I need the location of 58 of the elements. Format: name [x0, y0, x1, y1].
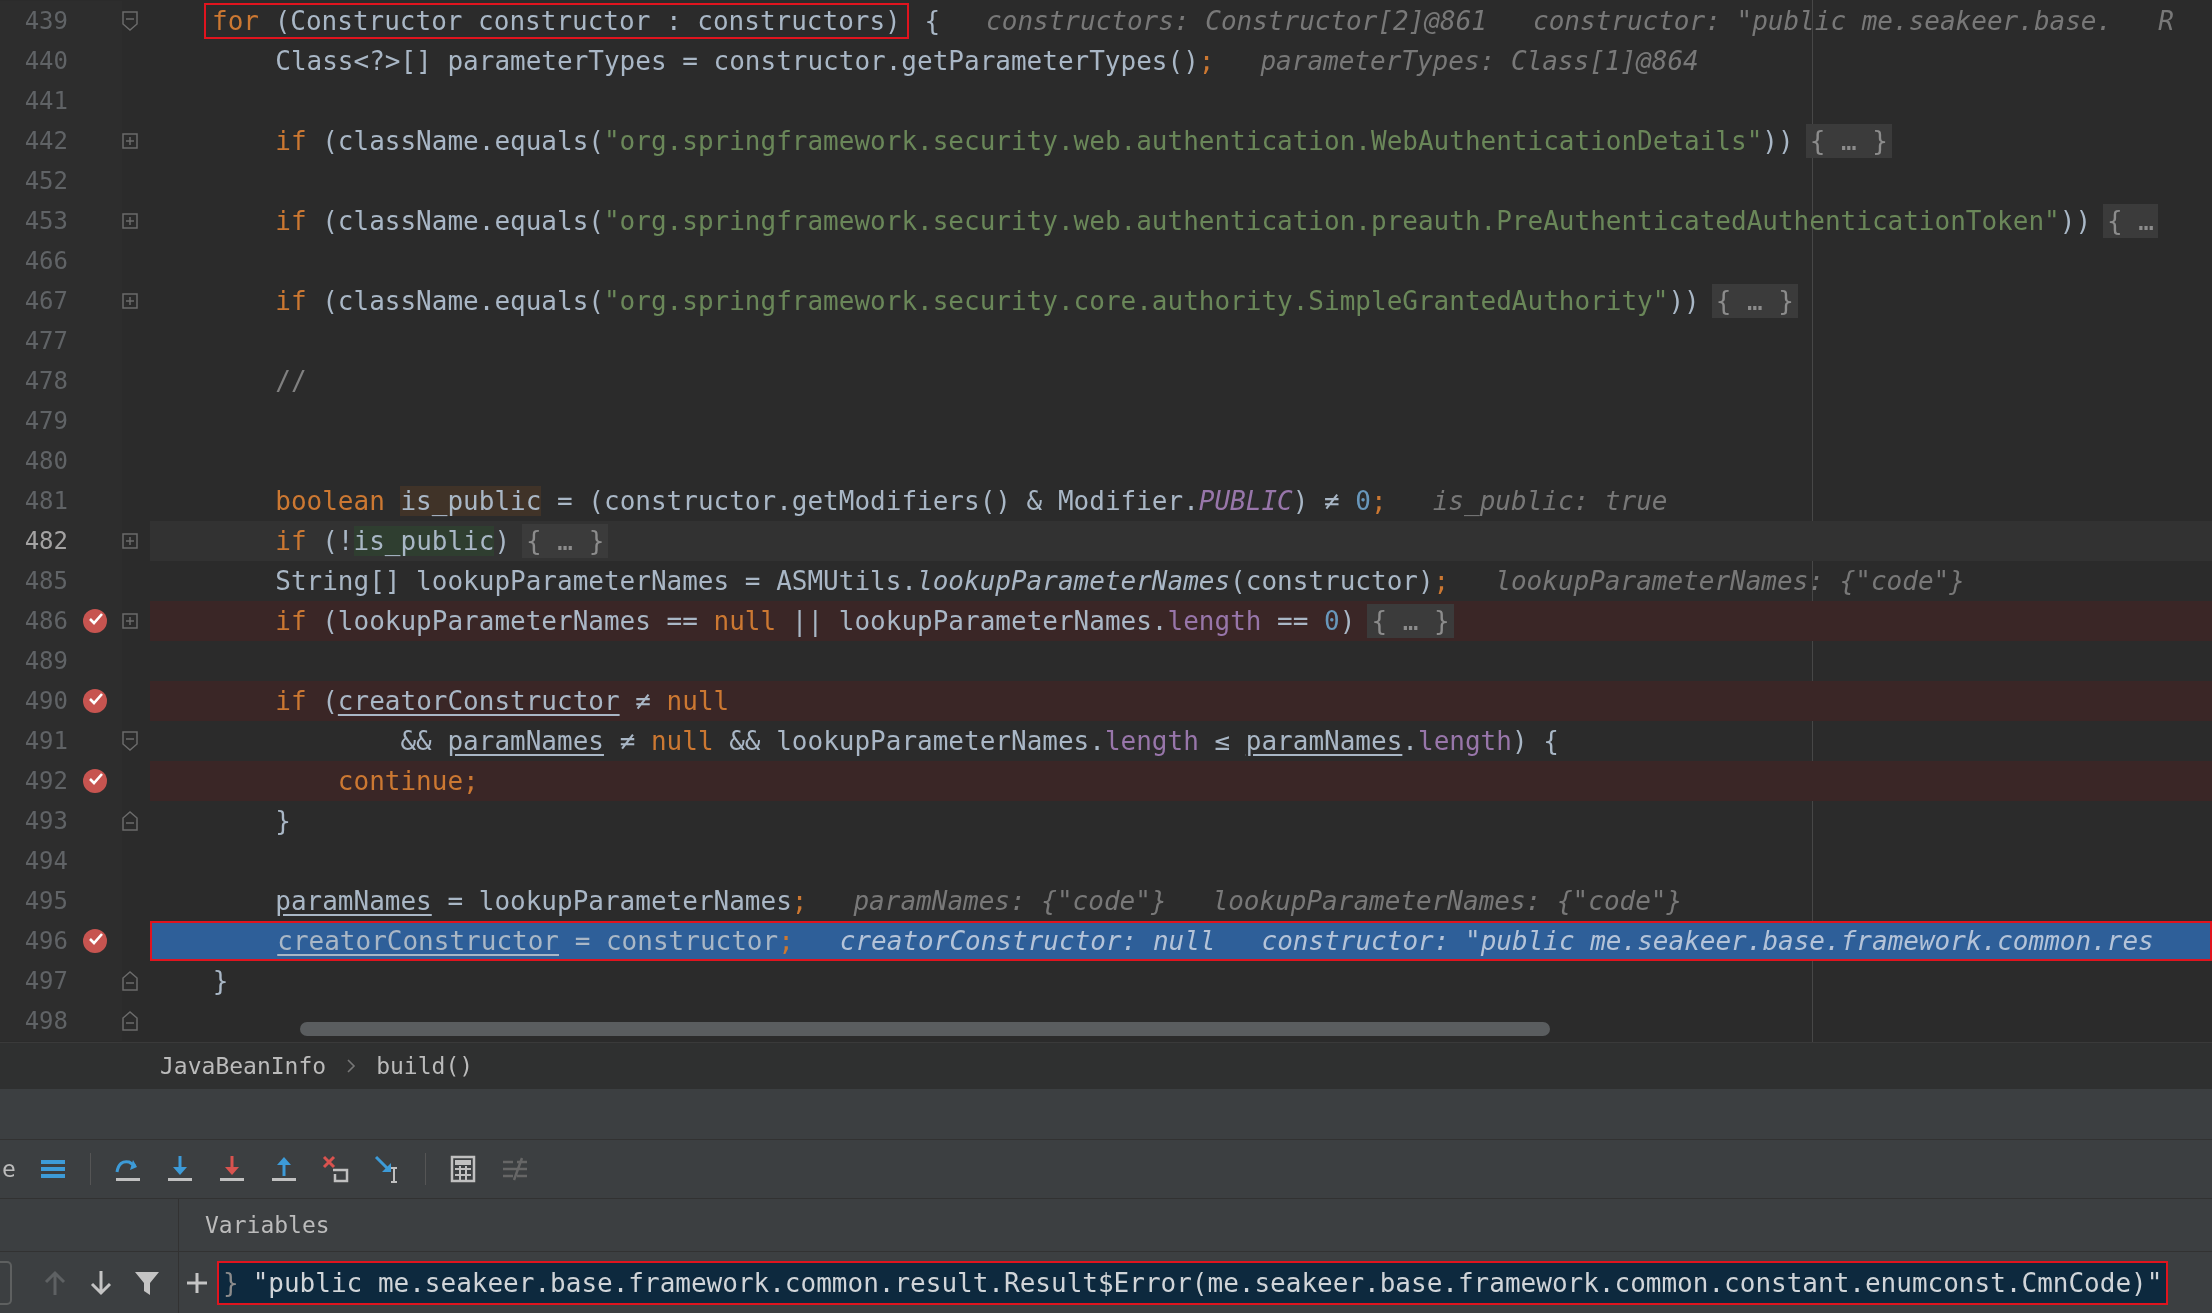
inline-hint: R — [2158, 5, 2174, 38]
fold-collapse-icon[interactable] — [122, 1011, 138, 1031]
inline-hint: lookupParameterNames: {"code"} — [1495, 565, 1965, 598]
breadcrumb-item[interactable]: build() — [376, 1053, 474, 1079]
code-line: if (creatorConstructor ≠ null — [274, 685, 730, 718]
code-line: String[] lookupParameterNames = ASMUtils.lookupParameterNames(constructor); — [274, 565, 1450, 598]
chevron-icon — [346, 1058, 357, 1074]
dropdown-field[interactable] — [0, 1260, 12, 1305]
fold-expand-icon[interactable] — [122, 133, 138, 149]
code-line: continue; — [336, 765, 479, 798]
inline-hint: parameterTypes: Class[1]@864 — [1260, 45, 1699, 78]
code-line: creatorConstructor = constructor; — [276, 925, 794, 958]
panel-title: Variables — [205, 1212, 330, 1238]
add-icon[interactable] — [185, 1270, 209, 1295]
down-arrow-icon[interactable] — [88, 1268, 114, 1297]
fold-expand-icon[interactable] — [122, 533, 138, 549]
code-line: if (className.equals("org.springframework.security.core.authority.SimpleGrantedAuthority")) — [274, 285, 1700, 318]
code-line: if (className.equals("org.springframework.security.web.authentication.WebAuthenticationDetails")) — [274, 125, 1794, 158]
code-line: // — [274, 365, 307, 398]
variable-value[interactable]: "public me.seakeer.base.framework.common.result.Result$Error(me.seakeer.base.framework.common.constant.enumconst.CmnCode)" — [252, 1267, 2163, 1298]
fold-collapse-icon[interactable] — [122, 811, 138, 831]
folded-code-button[interactable]: { … } — [1805, 124, 1892, 158]
fold-expand-icon[interactable] — [122, 293, 138, 309]
inline-hint: is_public: true — [1432, 485, 1668, 518]
inline-hint: constructor: "public me.seakeer.base.framework.common.res — [1261, 925, 2154, 958]
breakpoint-icon[interactable] — [82, 768, 108, 794]
fold-collapse-icon[interactable] — [122, 971, 138, 991]
code-line: if (lookupParameterNames == null || lookupParameterNames.length == 0) — [274, 605, 1356, 639]
inline-hint: lookupParameterNames: {"code"} — [1212, 885, 1683, 918]
fold-collapse-icon[interactable] — [122, 731, 138, 751]
inline-hint: paramNames: {"code"} — [853, 885, 1167, 918]
code-line: && paramNames ≠ null && lookupParameterNames.length ≤ paramNames.length) { — [399, 725, 1559, 758]
folded-code-button[interactable]: { … } — [522, 524, 609, 558]
fold-collapse-icon[interactable] — [122, 11, 138, 31]
inline-hint: constructor: "public me.seakeer.base. — [1533, 5, 2113, 38]
folded-code-button[interactable]: { … } — [1711, 284, 1798, 318]
drop-frame-icon[interactable] — [320, 1154, 351, 1184]
brace-text: } — [223, 1267, 239, 1298]
code-line: paramNames = lookupParameterNames; — [274, 885, 808, 918]
code-line: if (className.equals("org.springframework.security.web.authentication.preauth.PreAuthenticatedAuthenticationToken")) — [274, 205, 2092, 238]
code-line: boolean is_public = (constructor.getModifiers() & Modifier.PUBLIC) ≠ 0; — [274, 485, 1387, 518]
code-line: for (Constructor constructor : constructors) — [212, 5, 901, 38]
code-line: { — [923, 5, 941, 38]
fold-expand-icon[interactable] — [122, 213, 138, 229]
folded-code-button[interactable]: { … — [2103, 204, 2158, 238]
folded-code-button[interactable]: { … } — [1367, 604, 1454, 638]
code-line: } — [274, 805, 291, 838]
scrollbar-thumb[interactable] — [300, 1022, 1550, 1036]
toolbar-label: e — [2, 1156, 16, 1182]
fold-expand-icon[interactable] — [122, 613, 138, 629]
breadcrumb-item[interactable]: JavaBeanInfo — [160, 1053, 327, 1079]
code-line: } — [211, 965, 229, 998]
breakpoint-icon[interactable] — [82, 688, 108, 714]
code-line: Class<?>[] parameterTypes = constructor.getParameterTypes(); — [274, 45, 1215, 78]
inline-hint: creatorConstructor: null — [839, 925, 1216, 958]
inline-hint: constructors: Constructor[2]@861 — [986, 5, 1487, 38]
breakpoint-icon[interactable] — [82, 608, 108, 634]
breakpoint-icon[interactable] — [82, 928, 108, 954]
